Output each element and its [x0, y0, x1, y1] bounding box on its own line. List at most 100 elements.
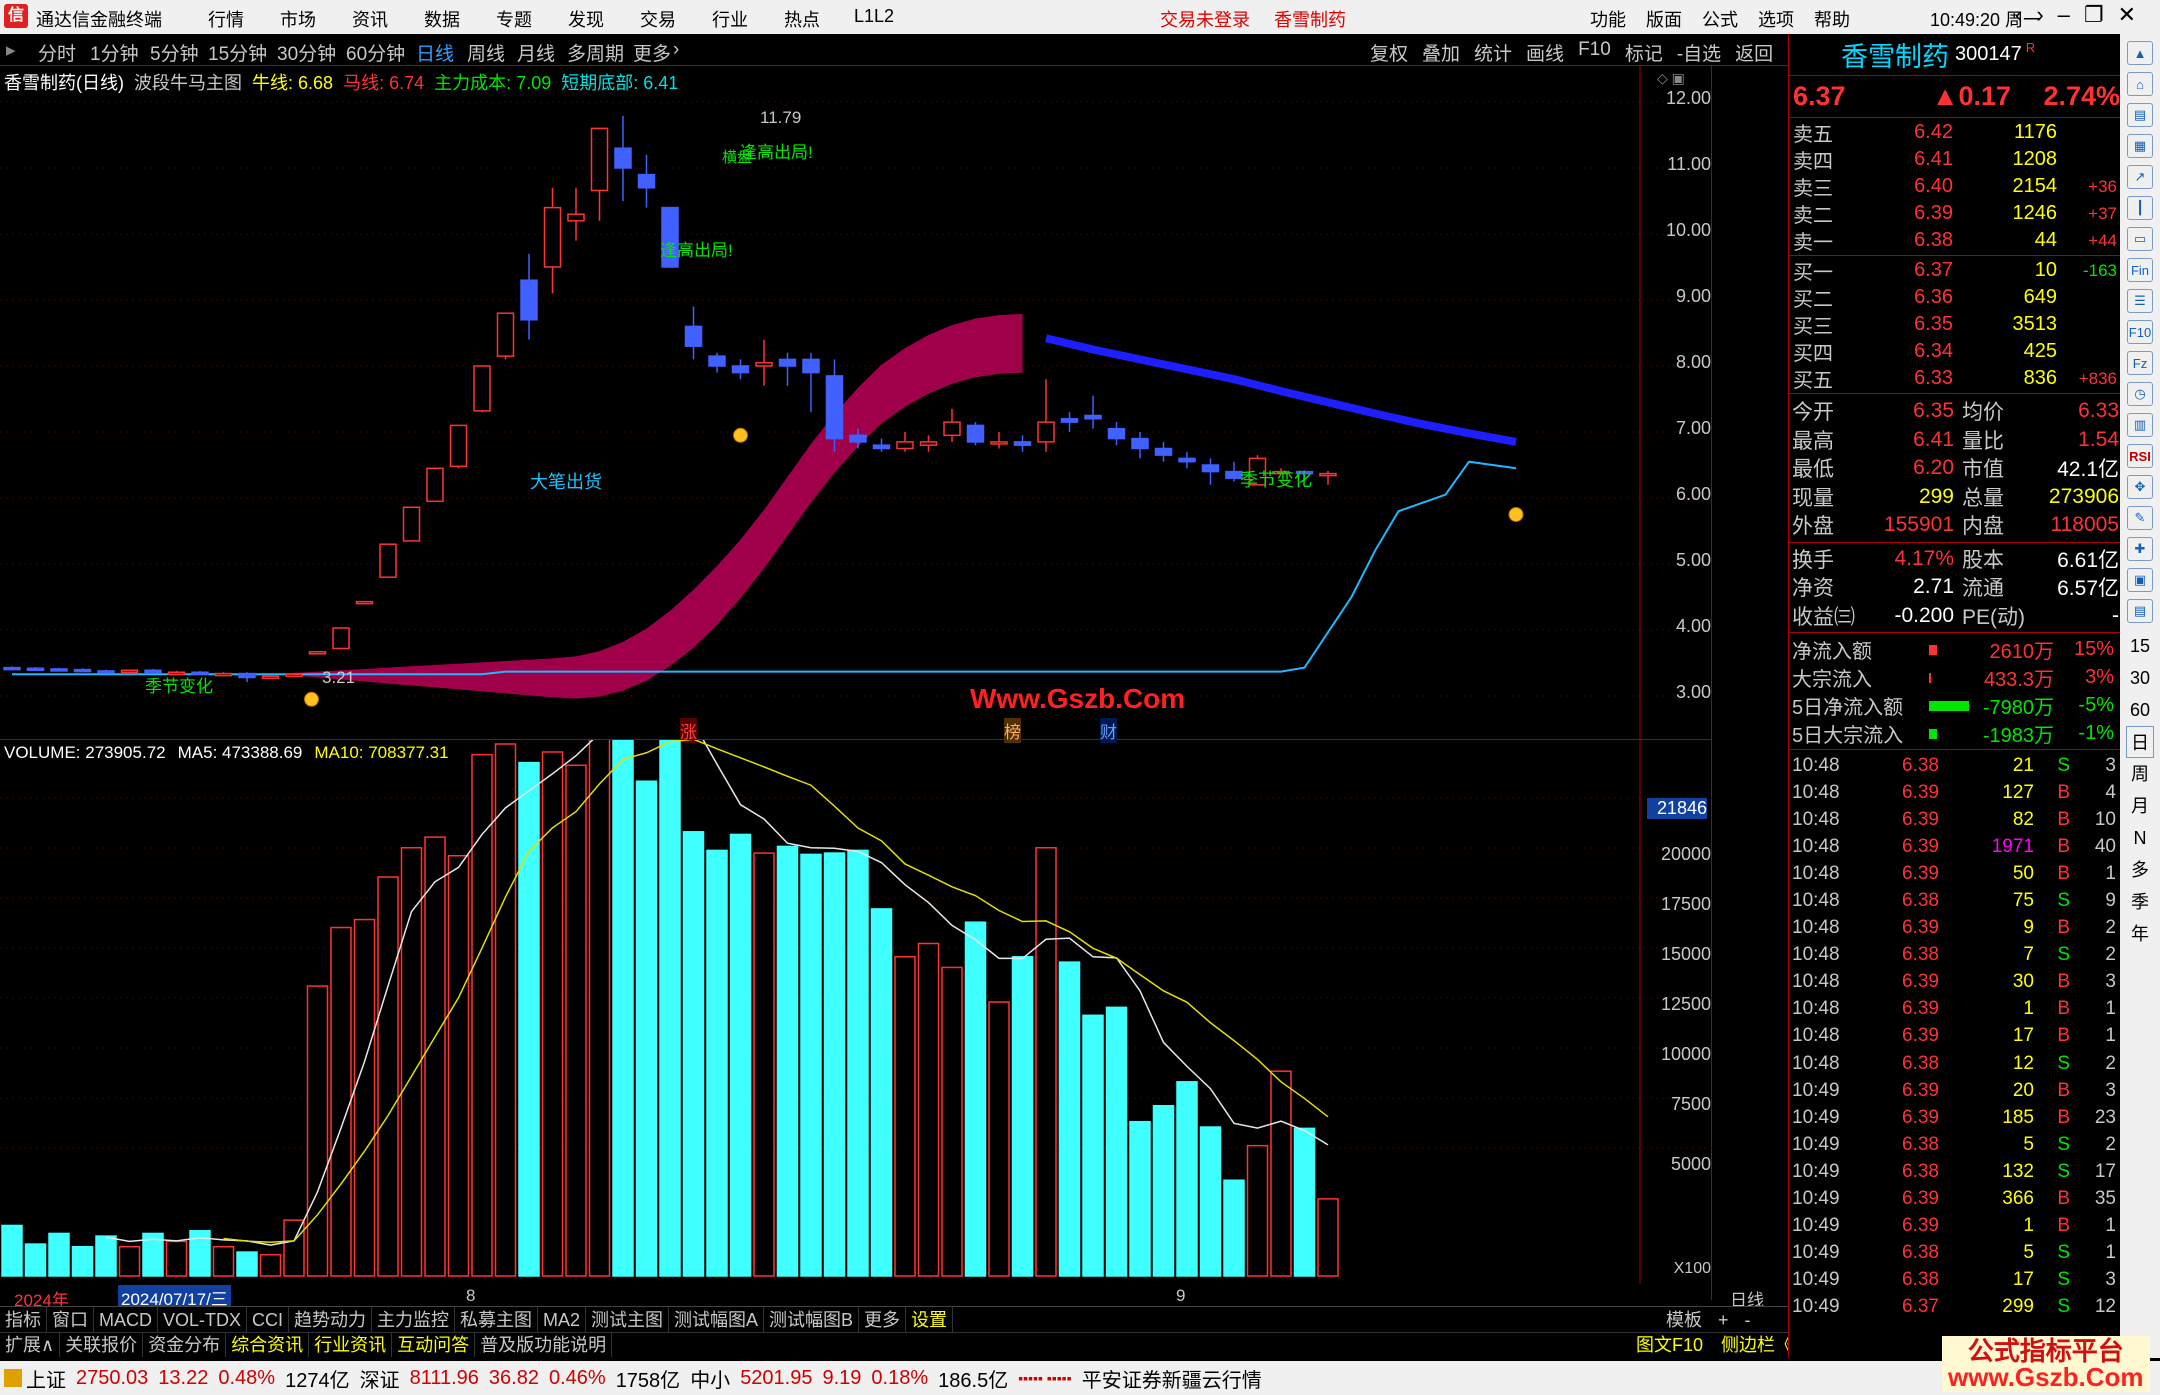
price-chart[interactable]: 12.00 11.00 10.00 9.00 8.00 7.00 6.00 5.…: [0, 66, 1712, 740]
sidebar-n[interactable]: N: [2120, 822, 2160, 854]
sidebar-60[interactable]: 60: [2120, 694, 2160, 726]
tick-row[interactable]: 10:48 6.38 12 S 2: [1789, 1050, 2120, 1077]
sidebar-season[interactable]: 季: [2120, 886, 2160, 918]
tab-basic-help[interactable]: 普及版功能说明: [475, 1333, 613, 1357]
tick-row[interactable]: 10:48 6.39 1 B 1: [1789, 996, 2120, 1023]
rsi-icon[interactable]: RSI: [2127, 444, 2153, 468]
kline-icon[interactable]: ┃: [2127, 196, 2153, 220]
sidebar-multi[interactable]: 多: [2120, 854, 2160, 886]
menu-item-news[interactable]: 资讯: [334, 6, 406, 32]
menu-item-discover[interactable]: 发现: [550, 6, 622, 32]
book-row[interactable]: 买五 6.33 836 +836: [1789, 365, 2120, 392]
trade-login-alert[interactable]: 交易未登录: [1160, 6, 1250, 32]
tool-statistics[interactable]: 统计: [1474, 39, 1512, 66]
move-icon[interactable]: ✥: [2127, 475, 2153, 499]
tick-row[interactable]: 10:48 6.39 127 B 4: [1789, 779, 2120, 806]
list-icon[interactable]: ☰: [2127, 289, 2153, 313]
tool-back[interactable]: 返回: [1735, 39, 1773, 66]
menu-item-hot[interactable]: 热点: [766, 6, 838, 32]
period-more[interactable]: 更多: [633, 39, 671, 66]
tick-row[interactable]: 10:48 6.38 75 S 9: [1789, 887, 2120, 914]
tab-private-main[interactable]: 私募主图: [455, 1307, 539, 1333]
clock-icon[interactable]: ◷: [2127, 382, 2153, 406]
tick-row[interactable]: 10:49 6.38 5 S 2: [1789, 1131, 2120, 1158]
tab-settings[interactable]: 设置: [906, 1307, 954, 1333]
chart-settings-icon[interactable]: ◇ ▣: [1657, 70, 1685, 87]
tools-icon[interactable]: ✚: [2127, 537, 2153, 561]
tick-row[interactable]: 10:49 6.39 185 B 23: [1789, 1104, 2120, 1131]
tick-row[interactable]: 10:48 6.38 21 S 3: [1789, 752, 2120, 779]
sidebar-year[interactable]: 年: [2120, 918, 2160, 950]
tick-row[interactable]: 10:48 6.39 1971 B 40: [1789, 833, 2120, 860]
tab-test-main[interactable]: 测试主图: [586, 1307, 670, 1333]
period-weekly[interactable]: 周线: [467, 39, 505, 66]
tick-list[interactable]: 10:48 6.38 21 S 3 10:48 6.39 127 B 4 10:48 6.39 82 B 1…: [1789, 750, 2120, 1321]
broker-name[interactable]: 平安证券新疆云行情: [1082, 1364, 1262, 1393]
chevron-right-icon[interactable]: ›: [673, 39, 679, 61]
doc-icon[interactable]: ▤: [2127, 599, 2153, 623]
tab-qa[interactable]: 互动问答: [392, 1333, 476, 1357]
period-daily[interactable]: 日线: [416, 39, 454, 66]
tick-row[interactable]: 10:49 6.39 366 B 35: [1789, 1186, 2120, 1213]
news-icon[interactable]: ▭: [2127, 227, 2153, 251]
book-row[interactable]: 卖四 6.41 1208: [1789, 146, 2120, 173]
tick-row[interactable]: 10:49 6.38 5 S 1: [1789, 1240, 2120, 1267]
tab-vol-tdx[interactable]: VOL-TDX: [158, 1307, 248, 1333]
collapse-up-icon[interactable]: ▲: [2127, 41, 2153, 65]
restore-icon[interactable]: ❐: [2084, 2, 2104, 28]
home-icon[interactable]: ⌂: [2127, 72, 2153, 96]
minimize-icon[interactable]: –: [2058, 2, 2070, 28]
sh-name[interactable]: 上证: [26, 1364, 66, 1393]
screen-icon[interactable]: ▣: [2127, 568, 2153, 592]
menu-item-topics[interactable]: 专题: [478, 6, 550, 32]
menu-item-l1l2[interactable]: L1L2: [838, 6, 910, 32]
book-row[interactable]: 卖一 6.38 44 +44: [1789, 227, 2120, 254]
tab-window[interactable]: 窗口: [47, 1307, 94, 1333]
finance-icon[interactable]: Fin: [2127, 258, 2153, 282]
sz-name[interactable]: 深证: [360, 1364, 400, 1393]
period-monthly[interactable]: 月线: [517, 39, 555, 66]
period-multi[interactable]: 多周期: [567, 39, 624, 66]
tool-remove-watchlist[interactable]: -自选: [1677, 39, 1721, 66]
tab-ma2[interactable]: MA2: [538, 1307, 587, 1333]
back-icon[interactable]: ‹: [2015, 2, 2022, 28]
zx-name[interactable]: 中小: [690, 1364, 730, 1393]
period-60min[interactable]: 60分钟: [346, 39, 405, 66]
tab-test-b[interactable]: 测试幅图B: [764, 1307, 860, 1333]
tab-macd[interactable]: MACD: [94, 1307, 158, 1333]
book-row[interactable]: 买三 6.35 3513: [1789, 311, 2120, 338]
period-intraday[interactable]: 分时: [38, 39, 76, 66]
tab-main-monitor[interactable]: 主力监控: [372, 1307, 456, 1333]
tab-f10[interactable]: 图文F10: [1636, 1333, 1703, 1357]
tick-row[interactable]: 10:48 6.38 7 S 2: [1789, 942, 2120, 969]
trend-icon[interactable]: ↗: [2127, 165, 2153, 189]
add-pane-button[interactable]: +: [1718, 1307, 1729, 1333]
tick-row[interactable]: 10:48 6.39 30 B 3: [1789, 969, 2120, 996]
tick-row[interactable]: 10:48 6.39 50 B 1: [1789, 860, 2120, 887]
menu-item-data[interactable]: 数据: [406, 6, 478, 32]
tab-expand[interactable]: 扩展∧: [0, 1333, 61, 1357]
legend-formula[interactable]: 波段牛马主图: [134, 69, 242, 95]
tab-capital-dist[interactable]: 资金分布: [143, 1333, 227, 1357]
book-row[interactable]: 买一 6.37 10 -163: [1789, 257, 2120, 284]
tick-row[interactable]: 10:48 6.39 9 B 2: [1789, 915, 2120, 942]
status-icon[interactable]: [4, 1369, 22, 1387]
sysmenu-function[interactable]: 功能: [1590, 6, 1626, 32]
period-15min[interactable]: 15分钟: [208, 39, 267, 66]
menu-item-quotes[interactable]: 行情: [190, 6, 262, 32]
tick-row[interactable]: 10:48 6.39 82 B 10: [1789, 806, 2120, 833]
book-row[interactable]: 买二 6.36 649: [1789, 284, 2120, 311]
pen-icon[interactable]: ✎: [2127, 506, 2153, 530]
tab-sidebar[interactable]: 侧边栏《: [1721, 1333, 1793, 1357]
sysmenu-help[interactable]: 帮助: [1814, 6, 1850, 32]
sidebar-15[interactable]: 15: [2120, 630, 2160, 662]
book-row[interactable]: 买四 6.34 425: [1789, 338, 2120, 365]
tick-row[interactable]: 10:49 6.39 20 B 3: [1789, 1077, 2120, 1104]
tool-f10[interactable]: F10: [1578, 39, 1611, 66]
menu-item-trade[interactable]: 交易: [622, 6, 694, 32]
tab-news[interactable]: 综合资讯: [226, 1333, 310, 1357]
report-icon[interactable]: ▤: [2127, 103, 2153, 127]
forward-icon[interactable]: ›: [2036, 2, 2043, 28]
period-30min[interactable]: 30分钟: [277, 39, 336, 66]
collapse-icon[interactable]: ▸: [6, 39, 16, 62]
